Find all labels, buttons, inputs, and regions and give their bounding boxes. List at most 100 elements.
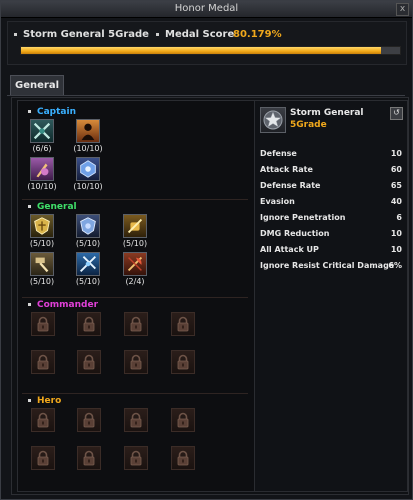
locked-slot[interactable] (171, 312, 195, 336)
lock-icon (130, 354, 142, 370)
slot-count: (6/6) (32, 144, 52, 153)
lock-icon (177, 450, 189, 466)
stat-name: Evasion (260, 197, 295, 206)
close-button[interactable]: x (396, 3, 409, 16)
stat-row: Ignore Penetration 6 (260, 213, 402, 227)
lock-icon (130, 412, 142, 428)
refresh-button[interactable]: ↺ (390, 107, 403, 120)
locked-slot[interactable] (31, 350, 55, 374)
stat-value: 10 (390, 229, 402, 238)
medal-slot[interactable] (76, 252, 100, 276)
warrior-icon (31, 158, 53, 180)
locked-slot[interactable] (77, 446, 101, 470)
medal-slot[interactable] (30, 252, 54, 276)
locked-slot[interactable] (171, 350, 195, 374)
lock-icon (177, 316, 189, 332)
bullet-icon (156, 32, 159, 36)
medal-slot[interactable] (123, 252, 147, 276)
tab-bar: General (7, 75, 405, 96)
stat-row: Defense Rate 65 (260, 181, 402, 195)
lock-icon (83, 354, 95, 370)
hero-section-title: Hero (37, 396, 62, 406)
blue-shield-icon (77, 215, 99, 237)
locked-slot[interactable] (171, 408, 195, 432)
lock-icon (37, 412, 49, 428)
medal-slot[interactable] (76, 119, 100, 143)
locked-slot[interactable] (77, 312, 101, 336)
locked-slot[interactable] (124, 312, 148, 336)
medal-name: Storm General (290, 108, 364, 118)
stat-row: DMG Reduction 10 (260, 229, 402, 243)
locked-slot[interactable] (124, 350, 148, 374)
medal-progress-fill (21, 47, 382, 54)
lock-icon (130, 450, 142, 466)
locked-slot[interactable] (171, 446, 195, 470)
medal-progress-bar (20, 46, 401, 55)
stat-row: Attack Rate 60 (260, 165, 402, 179)
stat-name: All Attack UP (260, 245, 319, 254)
medal-header: Storm General 5Grade Medal Score 80.179% (7, 21, 407, 65)
red-axe-icon (124, 253, 146, 275)
gold-shield-icon (31, 215, 53, 237)
slot-count: (5/10) (122, 239, 148, 248)
stat-row: Ignore Resist Critical Damage 6% (260, 261, 402, 275)
stat-value: 6 (396, 213, 402, 222)
locked-slot[interactable] (124, 446, 148, 470)
medal-slot[interactable] (76, 157, 100, 181)
slot-count: (10/10) (27, 182, 57, 191)
bullet-icon (28, 399, 31, 402)
medal-slot[interactable] (30, 214, 54, 238)
stat-row: All Attack UP 10 (260, 245, 402, 259)
slot-count: (2/4) (125, 277, 145, 286)
medal-slot[interactable] (30, 119, 54, 143)
slot-count: (10/10) (73, 144, 103, 153)
stat-name: Defense (260, 149, 297, 158)
medal-slot[interactable] (76, 214, 100, 238)
silver-star-medal-icon (263, 110, 283, 130)
bullet-icon (28, 110, 31, 113)
commander-section-header: Commander (28, 300, 98, 310)
medal-slot[interactable] (30, 157, 54, 181)
stat-name: Attack Rate (260, 165, 313, 174)
slot-count: (5/10) (29, 239, 55, 248)
locked-slot[interactable] (31, 408, 55, 432)
medal-grade: 5Grade (290, 120, 327, 130)
locked-slot[interactable] (77, 408, 101, 432)
silhouette-icon (77, 120, 99, 142)
section-divider (22, 199, 248, 200)
lock-icon (177, 354, 189, 370)
gold-fist-icon (124, 215, 146, 237)
section-divider (22, 297, 248, 298)
lock-icon (83, 412, 95, 428)
lock-icon (83, 316, 95, 332)
locked-slot[interactable] (31, 312, 55, 336)
medal-slots-panel: Captain (6/6) (10/10) (10/10) (10/10) Gener… (17, 100, 255, 492)
stat-value: 10 (390, 245, 402, 254)
blue-blades-icon (77, 253, 99, 275)
bullet-icon (28, 303, 31, 306)
general-section-header: General (28, 202, 77, 212)
lock-icon (130, 316, 142, 332)
bullet-icon (28, 205, 31, 208)
stat-value: 10 (390, 149, 402, 158)
medal-slot[interactable] (123, 214, 147, 238)
captain-section-header: Captain (28, 107, 76, 117)
stat-value: 40 (390, 197, 402, 206)
tab-general[interactable]: General (10, 75, 64, 95)
medal-emblem (260, 107, 286, 133)
slot-count: (10/10) (73, 182, 103, 191)
stat-value: 60 (390, 165, 402, 174)
slot-count: (5/10) (75, 277, 101, 286)
crossed-swords-icon (31, 120, 53, 142)
stat-row: Defense 10 (260, 149, 402, 163)
locked-slot[interactable] (124, 408, 148, 432)
slot-count: (5/10) (29, 277, 55, 286)
stat-value: 6% (388, 261, 402, 270)
title-bar[interactable]: Honor Medal x (1, 1, 412, 18)
captain-section-title: Captain (37, 107, 76, 117)
tab-content: Captain (6/6) (10/10) (10/10) (10/10) Gener… (11, 97, 409, 495)
stat-value: 65 (390, 181, 402, 190)
locked-slot[interactable] (77, 350, 101, 374)
locked-slot[interactable] (31, 446, 55, 470)
lock-icon (37, 354, 49, 370)
